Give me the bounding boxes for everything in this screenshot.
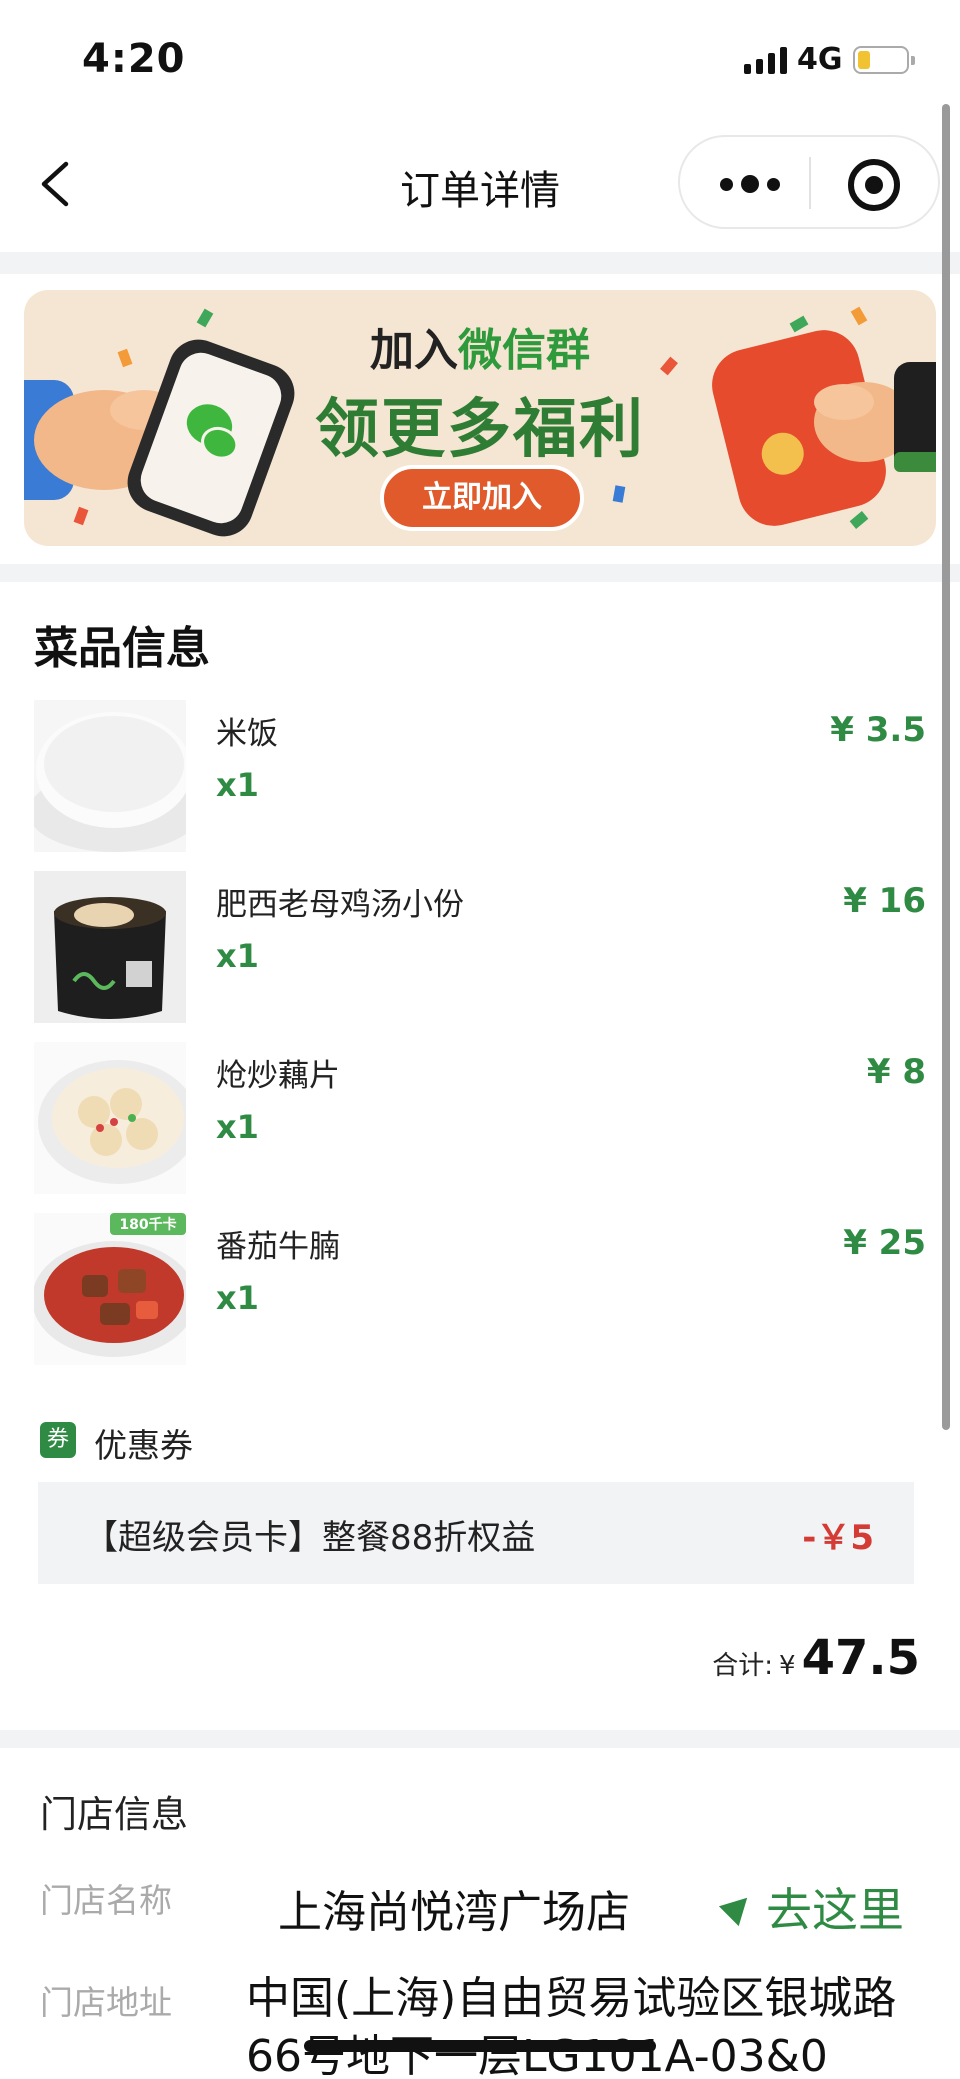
- mini-program-capsule: [678, 135, 940, 229]
- total-value: 47.5: [801, 1630, 920, 1686]
- section-divider: [0, 252, 960, 274]
- hand-right-illustration: [814, 362, 936, 472]
- dish-quantity: x1: [216, 1108, 259, 1146]
- status-time: 4:20: [82, 36, 186, 82]
- dish-name: 番茄牛腩: [216, 1229, 340, 1265]
- store-name-label: 门店名称: [40, 1881, 172, 1920]
- dish-item: 肥西老母鸡汤小份 x1 ¥ 16: [34, 871, 926, 1031]
- dish-name: 米饭: [216, 716, 278, 752]
- navigate-label: 去这里: [766, 1883, 904, 1937]
- coupon-icon: 券: [40, 1422, 76, 1458]
- coupon-item-text: 【超级会员卡】整餐88折权益: [84, 1518, 536, 1558]
- navigation-arrow-icon: [718, 1887, 758, 1927]
- dish-price: ¥ 3.5: [830, 710, 926, 750]
- join-now-button[interactable]: 立即加入: [380, 465, 584, 531]
- close-target-icon[interactable]: [848, 159, 900, 211]
- section-divider: [0, 564, 960, 582]
- navigate-button[interactable]: 去这里: [718, 1874, 904, 1940]
- dish-price: ¥ 8: [866, 1052, 926, 1092]
- dish-image-rice: [34, 700, 186, 852]
- dish-item: 180千卡 番茄牛腩 x1 ¥ 25: [34, 1213, 926, 1373]
- signal-icon: [744, 46, 787, 74]
- dish-name: 肥西老母鸡汤小份: [216, 887, 464, 923]
- dish-price: ¥ 25: [843, 1223, 926, 1263]
- section-divider: [0, 1730, 960, 1748]
- battery-icon: [853, 46, 915, 74]
- total-label: 合计:: [712, 1651, 774, 1681]
- dish-price: ¥ 16: [843, 881, 926, 921]
- store-section-title: 门店信息: [40, 1793, 188, 1836]
- dish-item: 米饭 x1 ¥ 3.5: [34, 700, 926, 860]
- dish-image-tomato-beef: 180千卡: [34, 1213, 186, 1365]
- status-bar: 4:20 4G: [0, 0, 960, 110]
- network-type: 4G: [797, 42, 843, 77]
- scrollbar[interactable]: [942, 104, 950, 1430]
- dish-name: 炝炒藕片: [216, 1058, 340, 1094]
- dish-image-lotus-root: [34, 1042, 186, 1194]
- store-address-label: 门店地址: [40, 1983, 172, 2022]
- dish-item: 炝炒藕片 x1 ¥ 8: [34, 1042, 926, 1202]
- dish-section-title: 菜品信息: [34, 623, 210, 674]
- dish-quantity: x1: [216, 766, 259, 804]
- calorie-badge: 180千卡: [119, 1216, 176, 1233]
- nav-bar: 订单详情: [0, 120, 960, 250]
- dish-quantity: x1: [216, 1279, 259, 1317]
- order-total: 合计: ¥ 47.5: [712, 1630, 920, 1686]
- home-indicator[interactable]: [304, 2040, 656, 2052]
- coupon-discount-amount: -￥5: [802, 1518, 874, 1558]
- dish-image-chicken-soup: [34, 871, 186, 1023]
- coupon-label: 优惠券: [94, 1426, 193, 1465]
- store-name: 上海尚悦湾广场店: [278, 1887, 630, 1938]
- coupon-item: 【超级会员卡】整餐88折权益 -￥5: [38, 1482, 914, 1584]
- more-icon[interactable]: [720, 175, 780, 193]
- store-address: 中国(上海)自由贸易试验区银城路66号地下一层LG101A-03&0: [246, 1973, 897, 2079]
- wechat-group-banner[interactable]: 加入微信群 领更多福利 立即加入: [24, 290, 936, 546]
- total-currency: ¥: [779, 1651, 796, 1681]
- dish-quantity: x1: [216, 937, 259, 975]
- capsule-divider: [809, 157, 811, 209]
